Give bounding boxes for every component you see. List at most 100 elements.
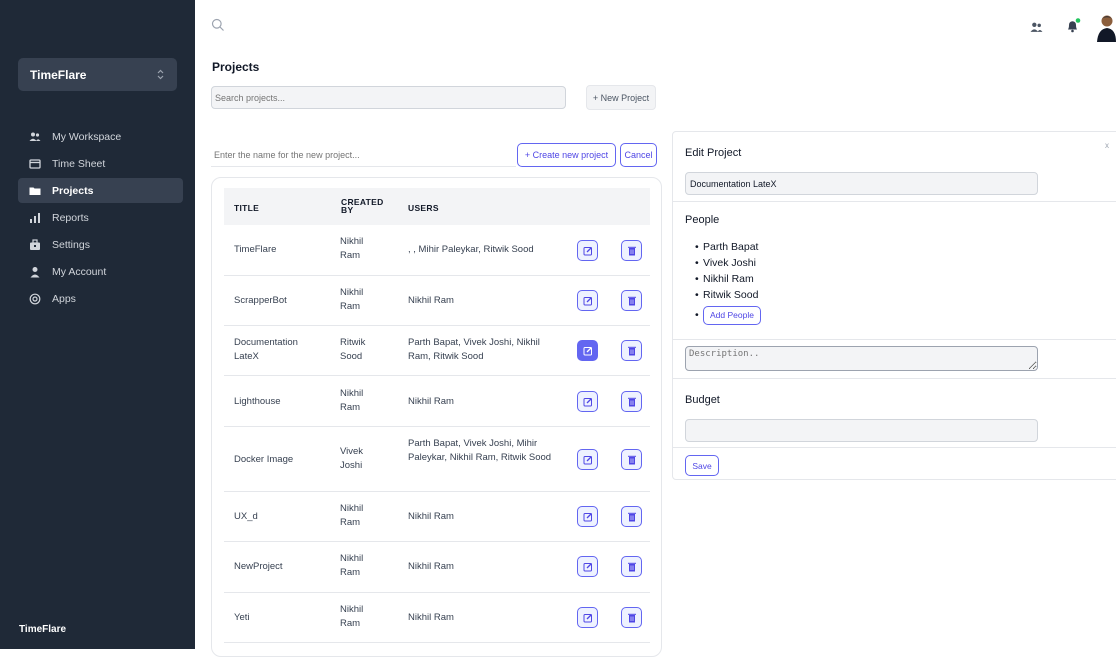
person-item: Nikhil Ram [695, 271, 761, 287]
sidebar-item-projects[interactable]: Projects [18, 178, 183, 203]
edit-project-button[interactable] [577, 340, 598, 361]
project-title: ScrapperBot [234, 295, 287, 306]
table-row: Yeti Nikhil Ram Nikhil Ram [224, 593, 650, 643]
edit-icon [583, 455, 592, 464]
create-new-project-button[interactable]: + Create new project [517, 143, 616, 167]
page-title: Projects [212, 60, 260, 74]
edit-project-button[interactable] [577, 290, 598, 311]
project-users: Parth Bapat, Vivek Joshi, Mihir Paleykar… [408, 438, 552, 463]
cancel-button[interactable]: Cancel [620, 143, 657, 167]
divider [673, 201, 1116, 202]
sidebar-nav: My Workspace Time Sheet Projects Reports… [18, 124, 183, 313]
project-users: Nikhil Ram [408, 612, 454, 623]
divider [673, 378, 1116, 379]
budget-field[interactable] [685, 419, 1038, 442]
projects-table: TITLE CREATED BY USERS TimeFlare Nikhil … [211, 177, 662, 657]
project-created-by: Vivek Joshi [340, 446, 364, 471]
project-users: Nikhil Ram [408, 396, 454, 407]
sidebar-item-label: Settings [52, 238, 90, 251]
column-header-users: USERS [408, 203, 439, 213]
project-title: Lighthouse [234, 396, 281, 407]
person-item: Ritwik Sood [695, 287, 761, 303]
bell-icon[interactable] [1065, 18, 1081, 34]
sidebar-item-reports[interactable]: Reports [18, 205, 183, 230]
sidebar-footer-brand: TimeFlare [19, 624, 67, 635]
notification-dot [1075, 18, 1081, 23]
project-name-field[interactable] [685, 172, 1038, 195]
people-list: Parth Bapat Vivek Joshi Nikhil Ram Ritwi… [695, 239, 761, 328]
sidebar-item-my-workspace[interactable]: My Workspace [18, 124, 183, 149]
search-icon[interactable] [211, 18, 225, 32]
add-people-item: Add People [695, 304, 761, 328]
delete-project-button[interactable] [621, 240, 642, 261]
search-projects-input[interactable] [211, 86, 566, 109]
table-row: Docker Image Vivek Joshi Parth Bapat, Vi… [224, 427, 650, 492]
edit-icon [583, 346, 592, 355]
edit-icon [583, 562, 592, 571]
sidebar-item-label: Reports [52, 211, 89, 224]
delete-project-button[interactable] [621, 449, 642, 470]
edit-project-button[interactable] [577, 607, 598, 628]
avatar[interactable] [1097, 14, 1116, 42]
table-row: ScrapperBot Nikhil Ram Nikhil Ram [224, 276, 650, 326]
description-field[interactable] [685, 346, 1038, 371]
new-project-name-input[interactable] [211, 143, 516, 167]
delete-project-button[interactable] [621, 290, 642, 311]
add-people-button[interactable]: Add People [703, 306, 761, 325]
edit-icon [583, 397, 592, 406]
delete-project-button[interactable] [621, 506, 642, 527]
project-title: Docker Image [234, 454, 294, 465]
sidebar-item-label: Apps [52, 292, 76, 305]
project-title: Yeti [234, 612, 250, 623]
edit-project-button[interactable] [577, 506, 598, 527]
trash-icon [627, 613, 636, 622]
sidebar-item-my-account[interactable]: My Account [18, 259, 183, 284]
chevron-up-down-icon [157, 69, 164, 80]
new-project-button[interactable]: + New Project [586, 85, 656, 110]
edit-icon [583, 296, 592, 305]
sidebar-item-label: Projects [52, 184, 94, 197]
trash-icon [627, 397, 636, 406]
save-button[interactable]: Save [685, 455, 719, 476]
edit-project-button[interactable] [577, 240, 598, 261]
delete-project-button[interactable] [621, 391, 642, 412]
project-created-by: Nikhil Ram [340, 388, 364, 413]
monitor-icon [29, 158, 41, 170]
edit-project-button[interactable] [577, 449, 598, 470]
project-created-by: Nikhil Ram [340, 287, 364, 312]
sidebar-item-apps[interactable]: Apps [18, 286, 183, 311]
edit-panel-title: Edit Project [685, 147, 742, 159]
table-row: TimeFlare Nikhil Ram , , Mihir Paleykar,… [224, 225, 650, 276]
edit-project-button[interactable] [577, 391, 598, 412]
project-created-by: Nikhil Ram [340, 604, 364, 629]
edit-project-button[interactable] [577, 556, 598, 577]
briefcase-icon [29, 238, 41, 251]
delete-project-button[interactable] [621, 340, 642, 361]
delete-project-button[interactable] [621, 607, 642, 628]
project-users: Parth Bapat, Vivek Joshi, Nikhil Ram, Ri… [408, 337, 540, 362]
sidebar: TimeFlare My Workspace Time Sheet Projec… [0, 0, 195, 649]
edit-project-panel: Edit Project x People Parth Bapat Vivek … [672, 131, 1116, 480]
workspace-selector[interactable]: TimeFlare [18, 58, 177, 91]
column-header-title: TITLE [234, 203, 260, 213]
trash-icon [627, 296, 636, 305]
table-header: TITLE CREATED BY USERS [224, 188, 650, 225]
project-users: , , Mihir Paleykar, Ritwik Sood [408, 244, 534, 255]
project-users: Nikhil Ram [408, 295, 454, 306]
person-item: Vivek Joshi [695, 255, 761, 271]
team-icon[interactable] [1030, 21, 1043, 34]
bar-chart-icon [29, 212, 41, 224]
delete-project-button[interactable] [621, 556, 642, 577]
close-button[interactable]: x [1105, 141, 1109, 150]
project-users: Nikhil Ram [408, 511, 454, 522]
sidebar-item-time-sheet[interactable]: Time Sheet [18, 151, 183, 176]
sidebar-item-settings[interactable]: Settings [18, 232, 183, 257]
budget-label: Budget [685, 394, 720, 406]
divider [673, 339, 1116, 340]
project-title: NewProject [234, 561, 283, 572]
user-icon [29, 266, 41, 278]
person-item: Parth Bapat [695, 239, 761, 255]
divider [673, 447, 1116, 448]
edit-icon [583, 613, 592, 622]
sidebar-item-label: My Account [52, 265, 107, 278]
